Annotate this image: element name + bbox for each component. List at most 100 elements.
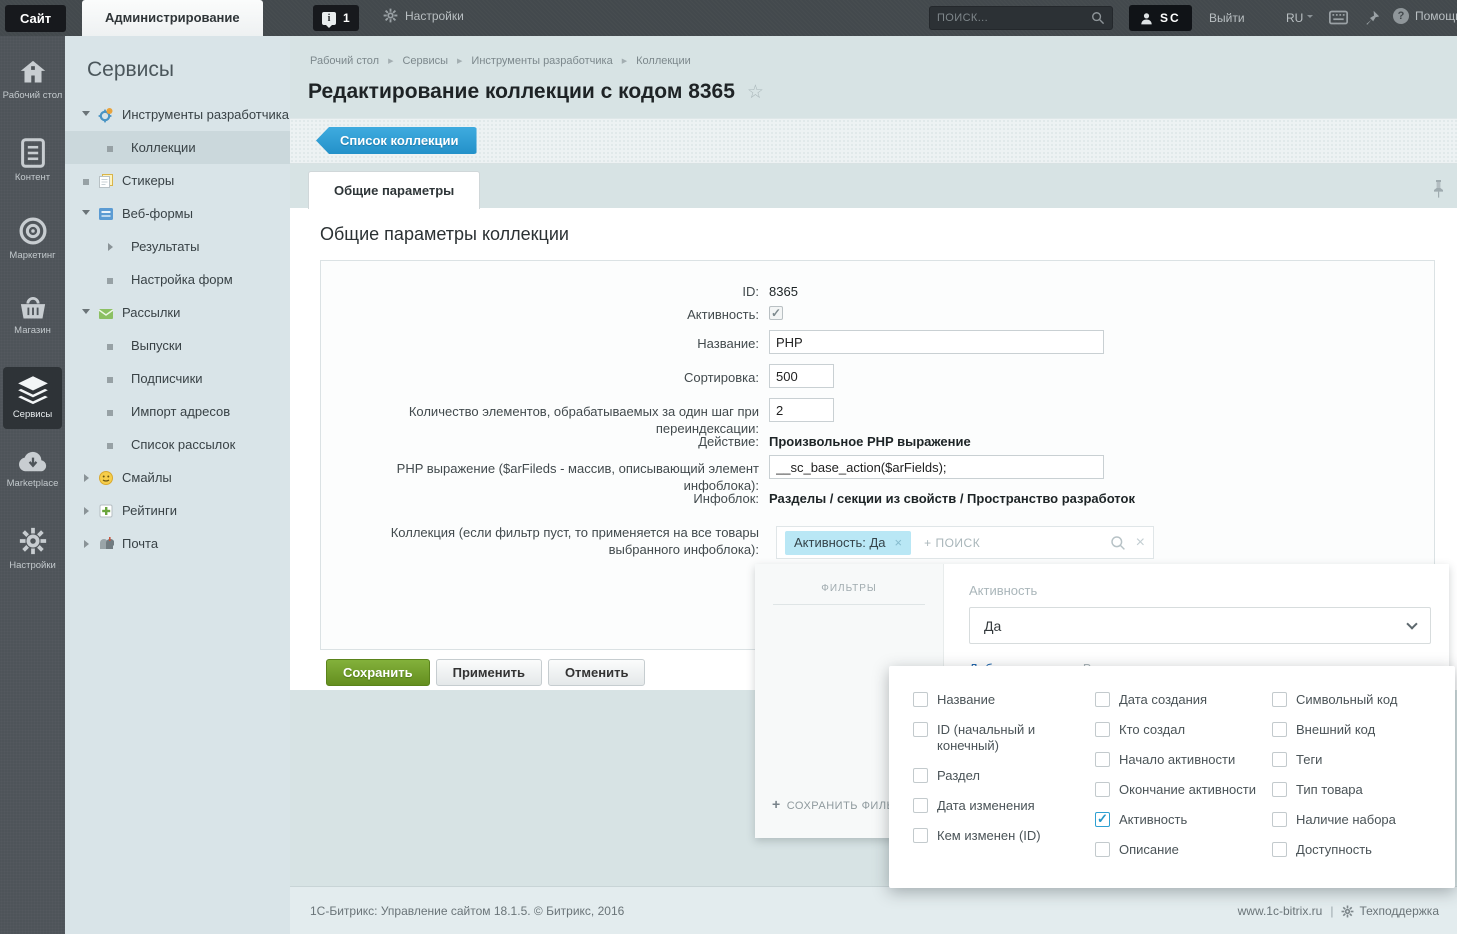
language-selector[interactable]: RU: [1286, 11, 1313, 25]
chevron-collapsed-icon[interactable]: [84, 540, 93, 548]
sidebar-item-address-import[interactable]: Импорт адресов: [65, 395, 290, 428]
chevron-expanded-icon[interactable]: [82, 210, 90, 219]
field-option[interactable]: Описание: [1095, 842, 1267, 858]
field-option[interactable]: Наличие набора: [1272, 812, 1444, 828]
topbar-settings-button[interactable]: Настройки: [383, 8, 464, 23]
sidebar-item-mailings[interactable]: Рассылки: [65, 296, 290, 329]
pin-form-icon[interactable]: [1432, 180, 1445, 198]
field-option[interactable]: Кто создал: [1095, 722, 1267, 738]
sidebar-item-mail[interactable]: Почта: [65, 527, 290, 560]
checkbox[interactable]: [1272, 692, 1287, 707]
checkbox[interactable]: [913, 692, 928, 707]
checkbox[interactable]: [1095, 692, 1110, 707]
sidebar-item-mailing-list[interactable]: Список рассылок: [65, 428, 290, 461]
collection-list-button[interactable]: Список коллекции: [316, 127, 477, 154]
sidebar-item-form-settings[interactable]: Настройка форм: [65, 263, 290, 296]
support-link[interactable]: Техподдержка: [1341, 904, 1439, 918]
clear-filter-icon[interactable]: ×: [1136, 535, 1145, 551]
admin-tab[interactable]: Администрирование: [82, 0, 263, 36]
filter-tag[interactable]: Активность: Да ×: [785, 531, 911, 555]
field-option[interactable]: Дата изменения: [913, 798, 1085, 814]
chevron-expanded-icon[interactable]: [82, 309, 90, 318]
sort-input[interactable]: [769, 364, 834, 388]
sidebar-item-smiles[interactable]: Смайлы: [65, 461, 290, 494]
sidebar-item-issues[interactable]: Выпуски: [65, 329, 290, 362]
search-icon[interactable]: [1110, 535, 1126, 551]
rail-item-marketing[interactable]: Маркетинг: [0, 216, 65, 261]
bitrix-site-link[interactable]: www.1c-bitrix.ru: [1238, 904, 1323, 918]
chevron-collapsed-icon[interactable]: [84, 474, 93, 482]
site-tab[interactable]: Сайт: [5, 5, 66, 32]
checkbox[interactable]: [913, 768, 928, 783]
checkbox[interactable]: [913, 722, 928, 737]
search-icon[interactable]: [1091, 11, 1105, 25]
search-input[interactable]: [937, 12, 1091, 24]
php-expression-input[interactable]: [769, 455, 1104, 479]
rail-item-settings[interactable]: Настройки: [0, 526, 65, 571]
field-option[interactable]: Активность: [1095, 812, 1267, 828]
field-option-label: Теги: [1296, 752, 1322, 768]
checkbox[interactable]: [1272, 722, 1287, 737]
sidebar-item-collections[interactable]: Коллекции: [65, 131, 290, 164]
chevron-collapsed-icon[interactable]: [84, 507, 93, 515]
checkbox[interactable]: [1095, 782, 1110, 797]
rail-item-services[interactable]: Сервисы: [3, 367, 62, 429]
hotkeys-keyboard-icon[interactable]: [1329, 10, 1348, 25]
name-input[interactable]: [769, 330, 1104, 354]
field-option[interactable]: Начало активности: [1095, 752, 1267, 768]
checkbox[interactable]: [1272, 812, 1287, 827]
remove-tag-icon[interactable]: ×: [895, 535, 903, 550]
breadcrumb-services[interactable]: Сервисы: [402, 55, 448, 67]
favorite-star-icon[interactable]: ☆: [747, 81, 764, 104]
field-option[interactable]: Тип товара: [1272, 782, 1444, 798]
field-option[interactable]: Название: [913, 692, 1085, 708]
field-option[interactable]: Теги: [1272, 752, 1444, 768]
checkbox[interactable]: [1095, 812, 1110, 827]
checkbox[interactable]: [1095, 842, 1110, 857]
filter-search-placeholder[interactable]: + ПОИСК: [924, 536, 1110, 550]
field-option[interactable]: Дата создания: [1095, 692, 1267, 708]
field-option[interactable]: Кем изменен (ID): [913, 828, 1085, 844]
sidebar-item-results[interactable]: Результаты: [65, 230, 290, 263]
logout-link[interactable]: Выйти: [1209, 11, 1245, 25]
activity-checkbox[interactable]: [769, 306, 783, 320]
sidebar-item-devtools[interactable]: Инструменты разработчика: [65, 98, 290, 131]
pin-icon[interactable]: [1364, 10, 1380, 26]
checkbox[interactable]: [1272, 752, 1287, 767]
user-menu-button[interactable]: SC: [1129, 5, 1192, 31]
save-button[interactable]: Сохранить: [326, 659, 430, 686]
notifications-button[interactable]: i 1: [313, 5, 359, 31]
checkbox[interactable]: [1095, 752, 1110, 767]
sidebar-item-stickers[interactable]: Стикеры: [65, 164, 290, 197]
rail-item-desktop[interactable]: Рабочий стол: [0, 58, 65, 101]
checkbox[interactable]: [913, 798, 928, 813]
rail-item-store[interactable]: Магазин: [0, 293, 65, 336]
breadcrumb-collections[interactable]: Коллекции: [636, 55, 691, 67]
breadcrumb-devtools[interactable]: Инструменты разработчика: [471, 55, 612, 67]
sidebar-item-ratings[interactable]: Рейтинги: [65, 494, 290, 527]
checkbox[interactable]: [1095, 722, 1110, 737]
checkbox[interactable]: [913, 828, 928, 843]
field-option[interactable]: Внешний код: [1272, 722, 1444, 738]
cancel-button[interactable]: Отменить: [548, 659, 646, 686]
rail-item-marketplace[interactable]: Marketplace: [0, 448, 65, 489]
activity-select[interactable]: Да: [969, 607, 1431, 644]
apply-button[interactable]: Применить: [436, 659, 542, 686]
field-option[interactable]: Раздел: [913, 768, 1085, 784]
field-option[interactable]: Доступность: [1272, 842, 1444, 858]
field-option[interactable]: ID (начальный и конечный): [913, 722, 1085, 754]
sidebar-item-webforms[interactable]: Веб-формы: [65, 197, 290, 230]
chevron-collapsed-icon[interactable]: [108, 243, 117, 251]
field-option[interactable]: Окончание активности: [1095, 782, 1267, 798]
field-option[interactable]: Символьный код: [1272, 692, 1444, 708]
checkbox[interactable]: [1272, 782, 1287, 797]
checkbox[interactable]: [1272, 842, 1287, 857]
step-count-input[interactable]: [769, 398, 834, 422]
rail-item-content[interactable]: Контент: [0, 138, 65, 183]
tab-general-params[interactable]: Общие параметры: [308, 171, 480, 209]
breadcrumb-desktop[interactable]: Рабочий стол: [310, 55, 379, 67]
sidebar-item-subscribers[interactable]: Подписчики: [65, 362, 290, 395]
chevron-expanded-icon[interactable]: [82, 111, 90, 120]
help-button[interactable]: ? Помощь: [1393, 8, 1457, 24]
collection-filter-search-box[interactable]: Активность: Да × + ПОИСК ×: [776, 526, 1154, 559]
